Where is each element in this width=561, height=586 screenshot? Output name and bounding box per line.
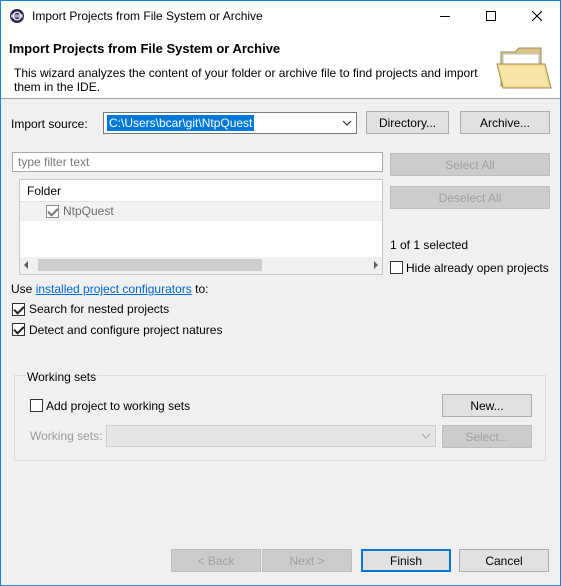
chevron-down-icon (342, 120, 352, 126)
working-sets-label: Working sets: (30, 429, 103, 443)
use-suffix: to: (191, 282, 209, 296)
eclipse-icon (10, 9, 24, 23)
chevron-down-icon (421, 433, 431, 439)
tree-column-label: Folder (27, 184, 62, 198)
import-source-combo[interactable]: C:\Users\bcar\git\NtpQuest (103, 112, 357, 134)
configurators-line: Use installed project configurators to: (11, 282, 208, 296)
cancel-button[interactable]: Cancel (459, 549, 549, 572)
projects-tree[interactable]: Folder NtpQuest (19, 179, 383, 275)
finish-button[interactable]: Finish (361, 549, 451, 572)
search-nested-checkbox[interactable] (12, 303, 25, 316)
close-button[interactable] (514, 1, 560, 31)
import-wizard-window: Import Projects from File System or Arch… (0, 0, 561, 586)
search-nested-label: Search for nested projects (29, 302, 170, 316)
wizard-description: This wizard analyzes the content of your… (14, 66, 478, 94)
use-prefix: Use (11, 282, 36, 296)
scroll-right-icon (374, 261, 378, 269)
minimize-button[interactable] (422, 1, 468, 31)
select-working-sets-button[interactable]: Select... (442, 425, 532, 448)
scrollbar-thumb[interactable] (38, 259, 262, 271)
scroll-left-icon (24, 261, 28, 269)
detect-natures-label: Detect and configure project natures (29, 323, 223, 337)
maximize-icon (486, 11, 496, 21)
close-icon (532, 11, 542, 21)
minimize-icon (440, 16, 450, 17)
filter-input[interactable]: type filter text (12, 152, 383, 172)
archive-button[interactable]: Archive... (460, 111, 550, 134)
window-title: Import Projects from File System or Arch… (32, 9, 263, 23)
add-to-working-sets-label: Add project to working sets (46, 399, 191, 413)
detect-natures-checkbox[interactable] (12, 323, 25, 336)
deselect-all-button[interactable]: Deselect All (390, 186, 550, 209)
tree-header-folder[interactable]: Folder (20, 180, 382, 202)
select-all-button[interactable]: Select All (390, 153, 550, 176)
working-sets-group (14, 375, 546, 461)
open-folder-icon (496, 47, 552, 89)
import-source-value: C:\Users\bcar\git\NtpQuest (107, 115, 255, 131)
working-sets-title: Working sets (26, 370, 98, 384)
new-working-set-button[interactable]: New... (442, 394, 532, 417)
hide-open-projects-checkbox[interactable] (390, 261, 403, 274)
add-to-working-sets-checkbox[interactable] (30, 399, 43, 412)
wizard-heading: Import Projects from File System or Arch… (9, 41, 281, 56)
installed-configurators-link[interactable]: installed project configurators (36, 282, 192, 296)
import-source-label: Import source: (11, 117, 88, 131)
title-bar: Import Projects from File System or Arch… (1, 1, 560, 31)
tree-row[interactable]: NtpQuest (20, 202, 382, 221)
maximize-button[interactable] (468, 1, 514, 31)
back-button[interactable]: < Back (171, 549, 261, 572)
selection-count: 1 of 1 selected (390, 238, 469, 252)
directory-button[interactable]: Directory... (366, 111, 449, 134)
wizard-banner: Import Projects from File System or Arch… (1, 31, 560, 99)
working-sets-combo[interactable] (106, 425, 436, 447)
next-button[interactable]: Next > (262, 549, 352, 572)
horizontal-scrollbar[interactable] (20, 257, 382, 274)
project-checkbox[interactable] (46, 205, 59, 218)
project-name: NtpQuest (63, 204, 114, 218)
hide-open-projects-label: Hide already open projects (406, 261, 549, 275)
